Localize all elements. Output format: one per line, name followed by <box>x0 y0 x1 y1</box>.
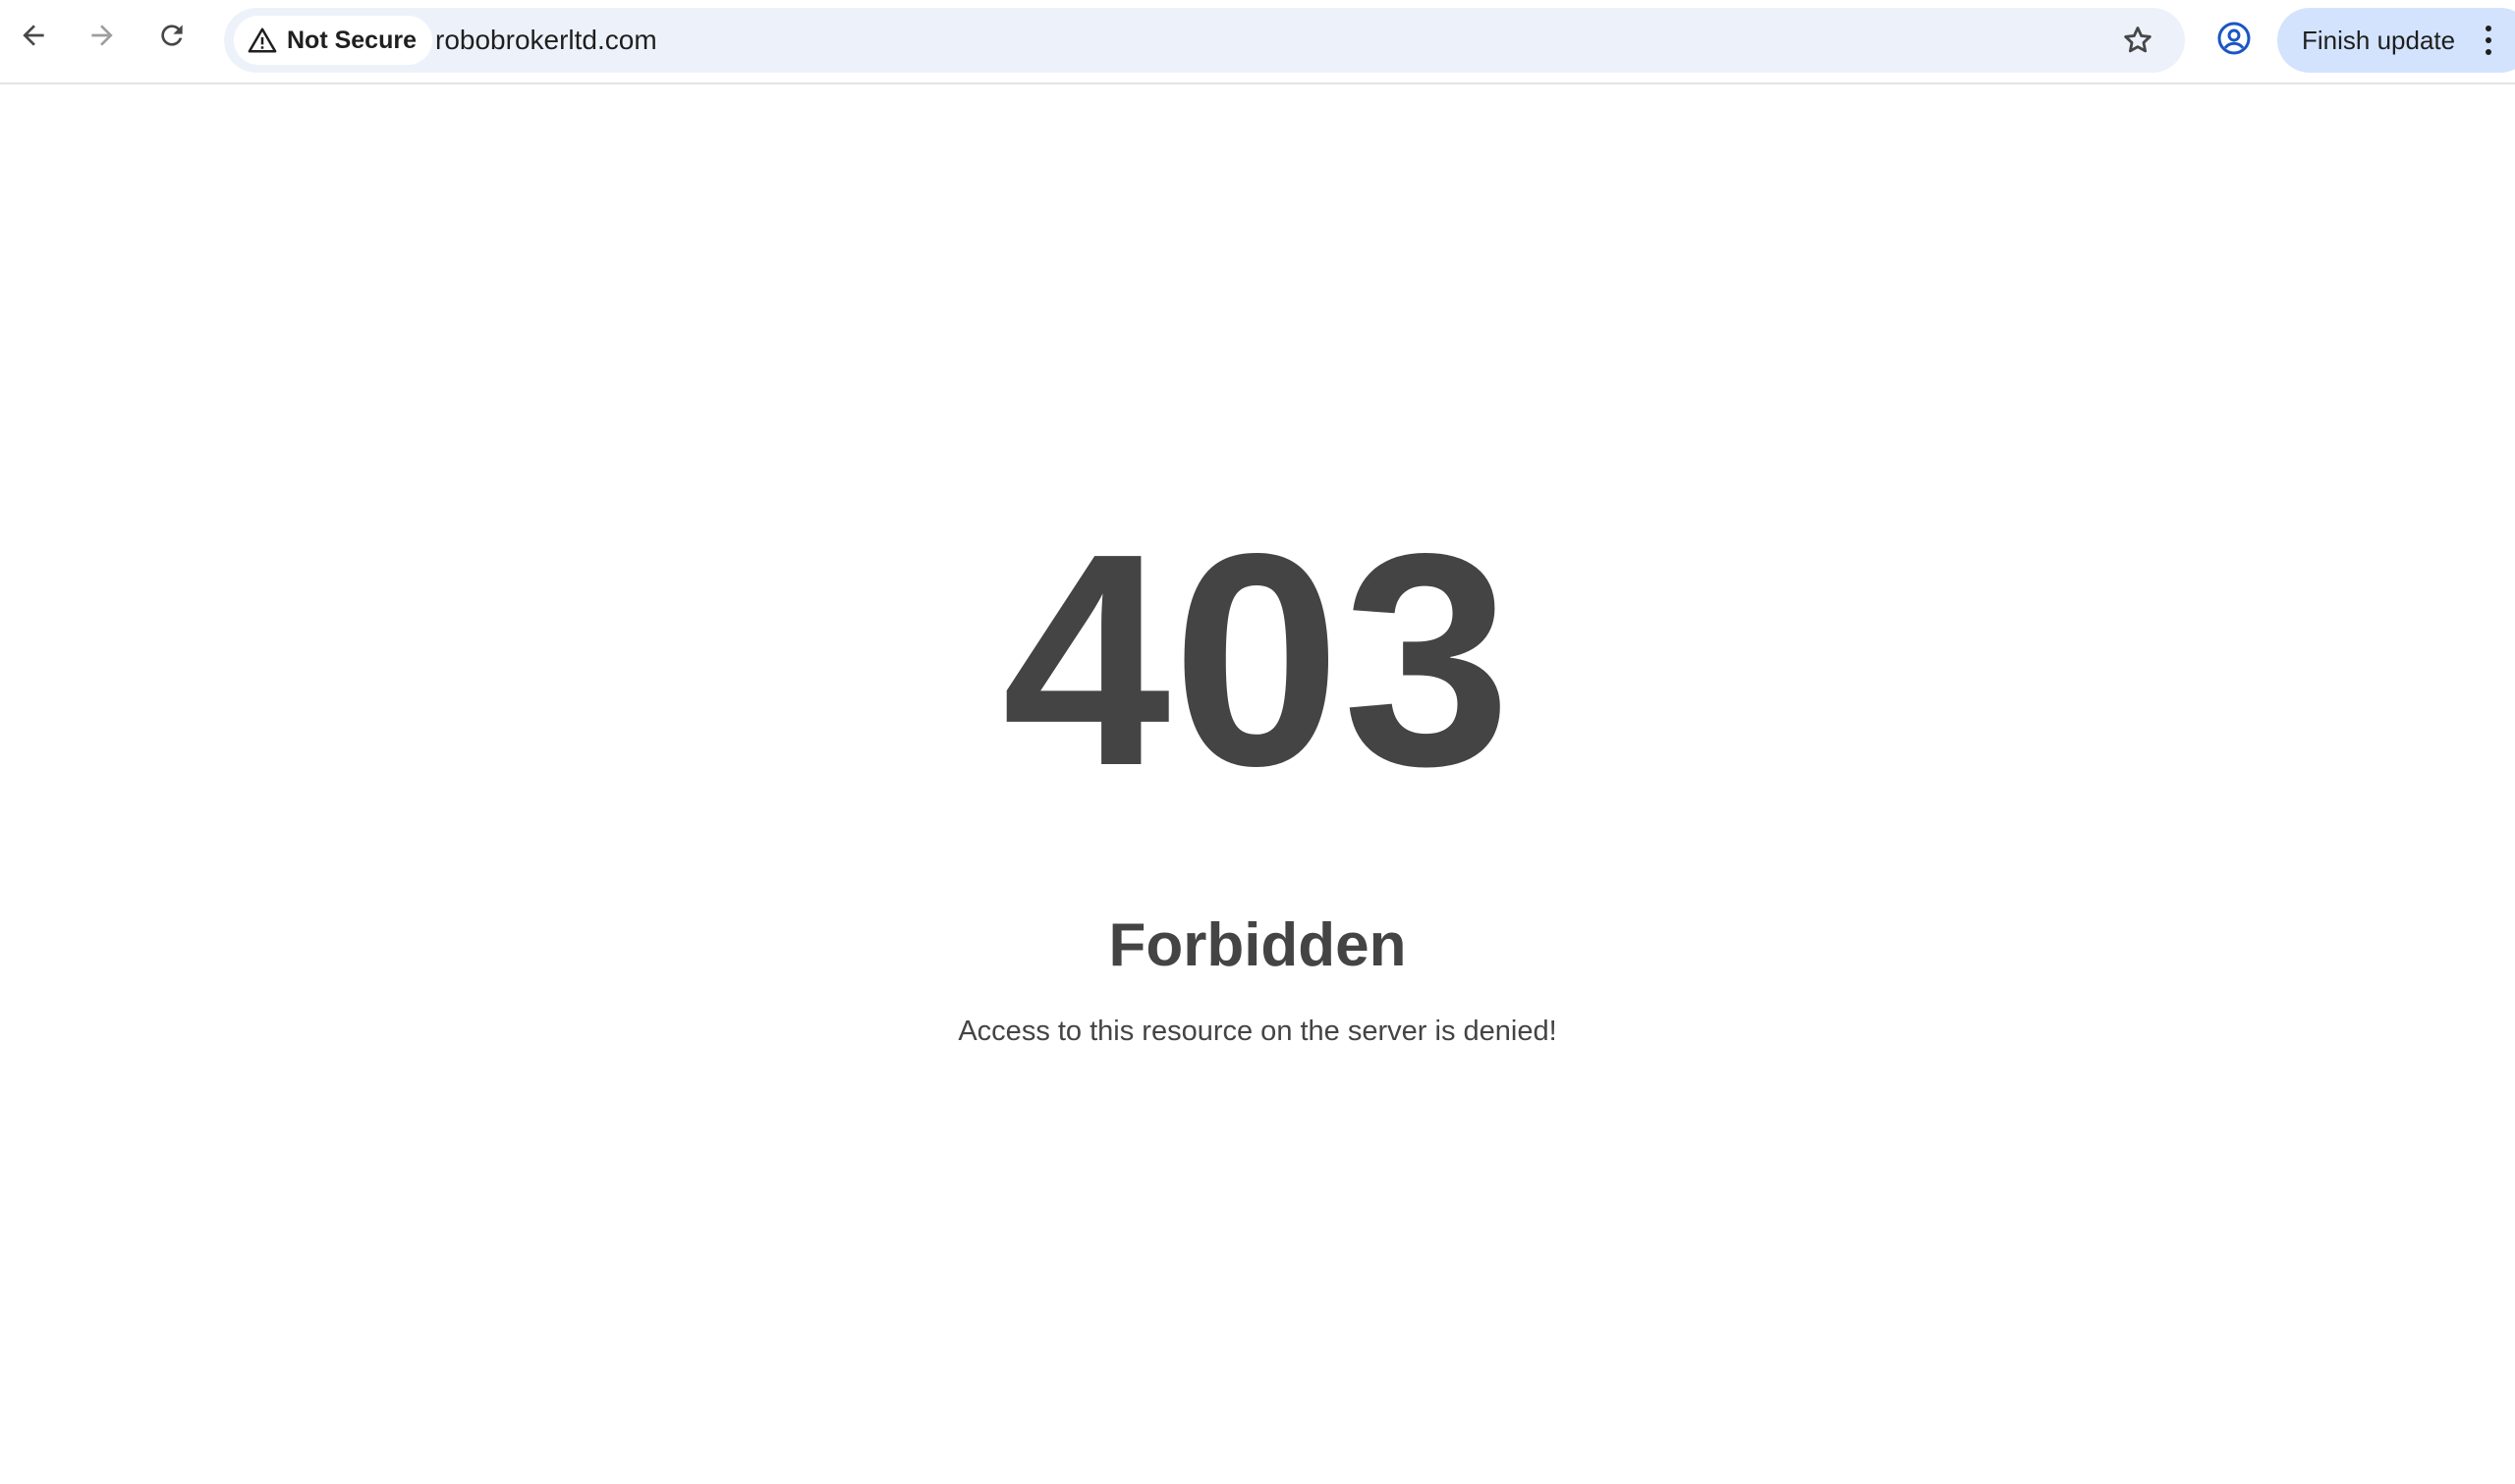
page-content: 403 Forbidden Access to this resource on… <box>0 86 2515 1484</box>
star-icon <box>2124 27 2152 53</box>
error-message: Access to this resource on the server is… <box>958 1016 1557 1047</box>
warning-triangle-icon <box>248 27 277 53</box>
arrow-right-icon <box>91 25 113 46</box>
reload-button[interactable] <box>150 14 194 57</box>
profile-button[interactable] <box>2212 17 2256 60</box>
arrow-left-icon <box>23 25 44 46</box>
security-label: Not Secure <box>287 26 417 54</box>
browser-toolbar: Not Secure robobrokerltd.com Finish upda… <box>0 0 2515 84</box>
error-code: 403 <box>1002 491 1513 829</box>
security-chip[interactable]: Not Secure <box>234 16 432 65</box>
kebab-menu-icon[interactable] <box>2479 23 2498 58</box>
reload-icon <box>161 25 183 46</box>
finish-update-label: Finish update <box>2302 25 2456 55</box>
error-title: Forbidden <box>1108 911 1407 979</box>
finish-update-button[interactable]: Finish update <box>2277 8 2515 73</box>
url-text[interactable]: robobrokerltd.com <box>435 8 657 73</box>
back-button[interactable] <box>12 14 55 57</box>
address-bar[interactable]: Not Secure robobrokerltd.com <box>224 8 2185 73</box>
forward-button[interactable] <box>81 14 124 57</box>
bookmark-button[interactable] <box>2116 19 2159 62</box>
account-circle-icon <box>2217 22 2251 55</box>
